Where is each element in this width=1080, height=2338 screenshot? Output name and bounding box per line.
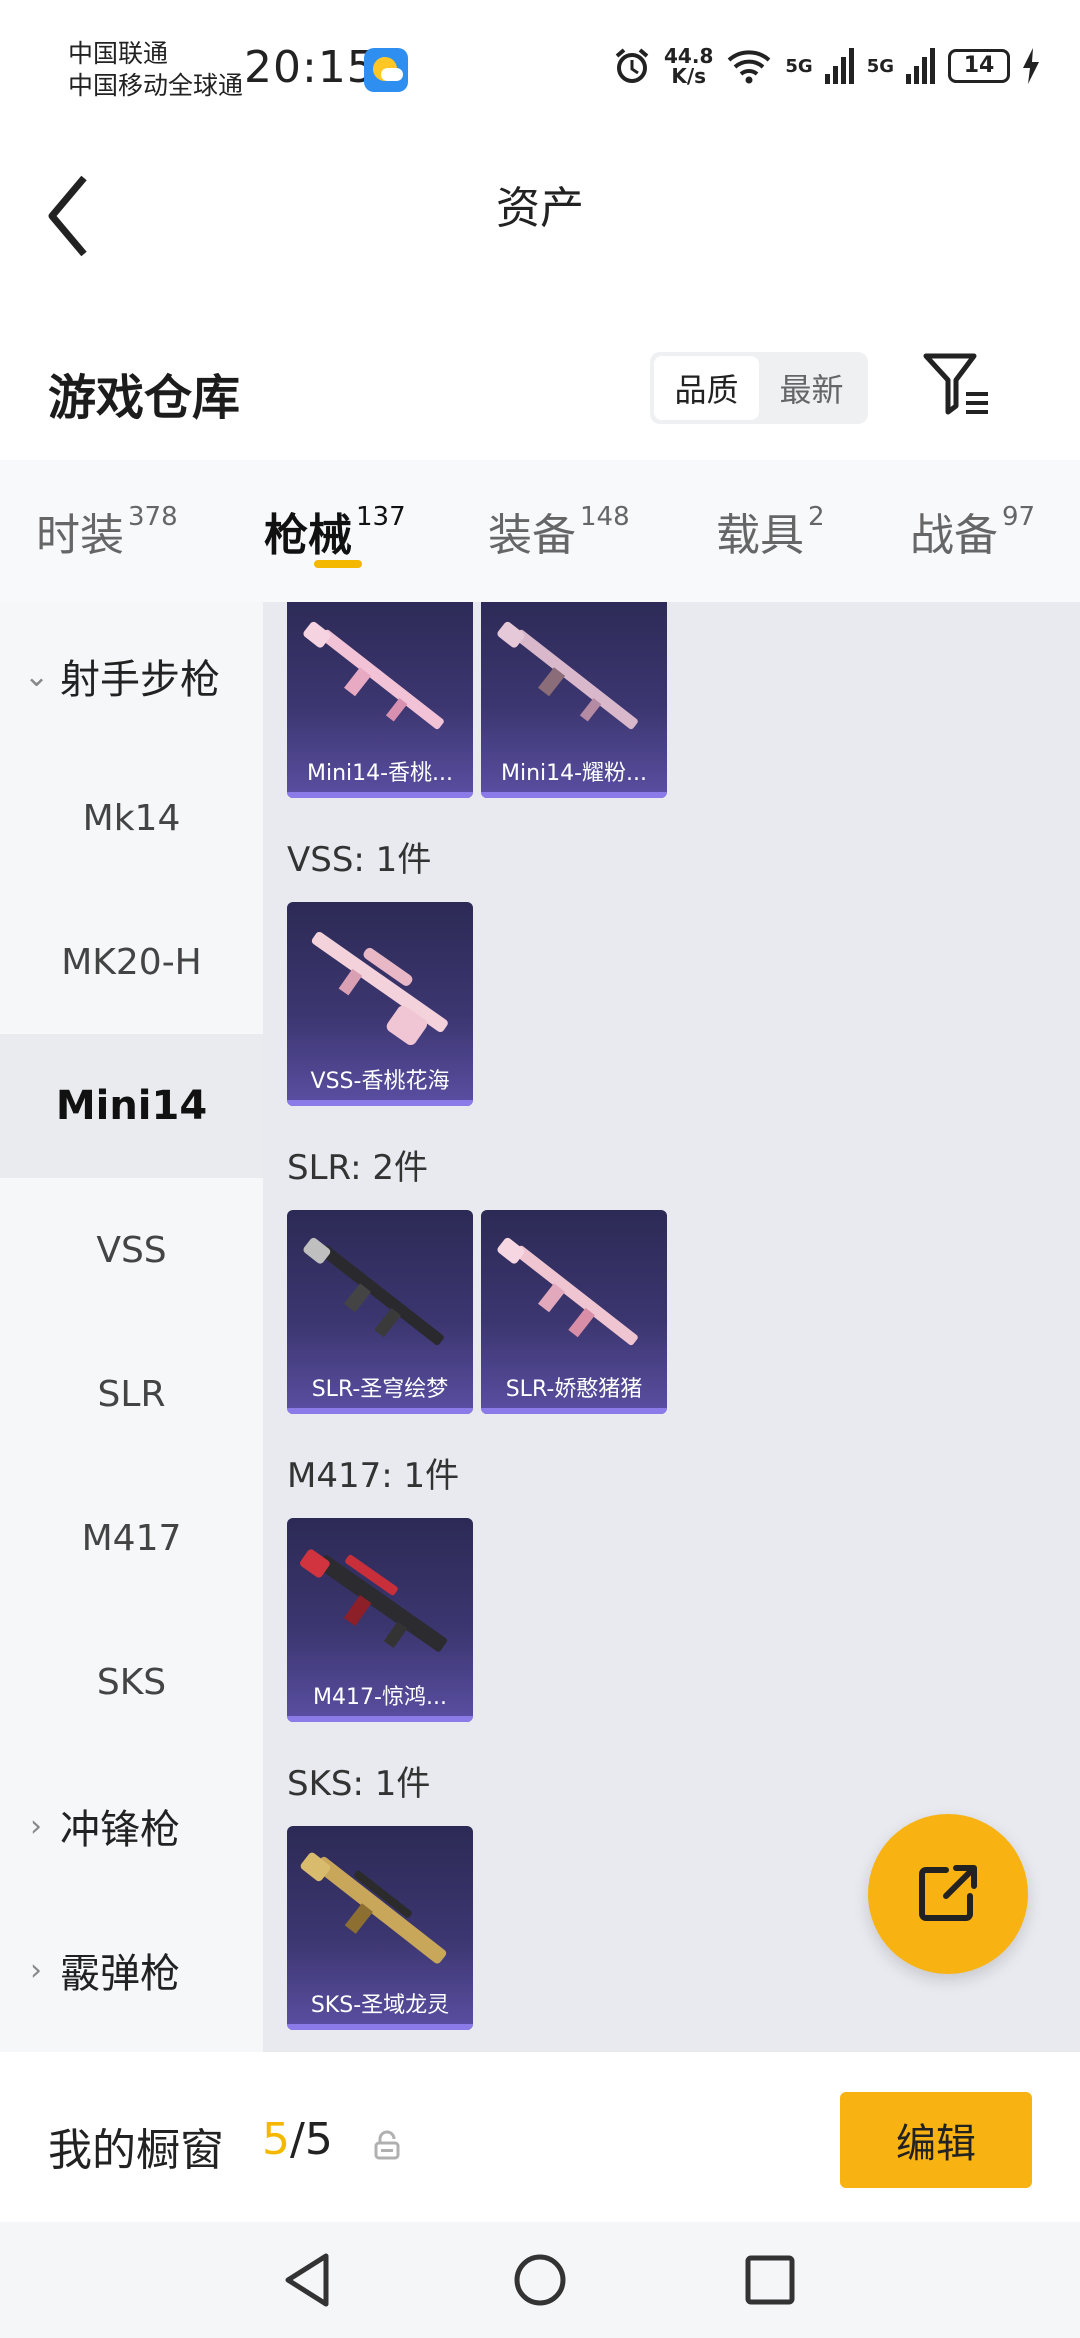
rifle-image [497, 621, 638, 730]
carrier-1: 中国联通 [68, 39, 169, 68]
tab-active-indicator [314, 560, 362, 568]
weather-icon [364, 48, 408, 92]
warehouse-title: 游戏仓库 [48, 370, 241, 426]
signal-1-icon [824, 48, 854, 84]
rifle-image [303, 1237, 444, 1346]
tab-supplies[interactable]: 战备 97 [910, 460, 1035, 602]
carrier-2: 中国移动全球通 [68, 71, 244, 100]
chevron-down-icon: ⌄ [24, 658, 50, 694]
weapon-card[interactable]: SKS-圣域龙灵 [287, 1826, 473, 2030]
header: 资产 [0, 130, 1080, 300]
rifle-image [300, 1549, 448, 1652]
sidebar-item-slr[interactable]: SLR [0, 1322, 263, 1466]
sidebar-item-mk14[interactable]: Mk14 [0, 746, 263, 890]
section-label-m417: M417: 1件 [287, 1456, 460, 1496]
status-icons: 44.8 K/s 5G 5G 14 [612, 46, 1040, 86]
weapon-card-name: SLR-娇憨猪猪 [505, 1377, 643, 1402]
rifle-image [311, 931, 448, 1046]
sort-quality[interactable]: 品质 [654, 356, 759, 420]
wifi-icon [728, 50, 771, 84]
weapon-card[interactable]: M417-惊鸿... [287, 1518, 473, 1722]
share-button[interactable] [868, 1814, 1028, 1974]
sidebar-item-m417[interactable]: M417 [0, 1466, 263, 1610]
status-bar: 中国联通 中国移动全球通 20:15 44.8 K/s 5G 5G 14 [0, 0, 1080, 130]
charging-icon [1023, 48, 1039, 84]
tab-firearms[interactable]: 枪械 137 [264, 460, 406, 602]
weapon-card[interactable]: Mini14-香桃... [287, 602, 473, 798]
rifle-image [300, 1852, 447, 1964]
signal-2-icon [906, 48, 935, 84]
weapon-card-name: M417-惊鸿... [313, 1685, 447, 1710]
filter-icon[interactable] [922, 352, 992, 418]
sidebar-group-shotgun[interactable]: › 霰弹枪 [0, 1898, 263, 2042]
nav-home-icon[interactable] [508, 2248, 572, 2312]
tab-vehicles[interactable]: 载具 2 [716, 460, 825, 602]
tab-equipment[interactable]: 装备 148 [488, 460, 630, 602]
weapon-card-name: Mini14-香桃... [306, 761, 454, 786]
rifle-image [303, 621, 444, 730]
signal-2-label: 5G [866, 55, 894, 77]
sort-newest[interactable]: 最新 [759, 356, 864, 420]
weapon-category-sidebar: ⌄ 射手步枪 Mk14 MK20-H Mini14 VSS SLR M417 SK… [0, 602, 263, 2052]
page-title: 资产 [496, 183, 584, 234]
weapon-card-name: SKS-圣域龙灵 [310, 1993, 450, 2018]
showcase-count: 5/5 [262, 2114, 333, 2165]
weapon-card-name: Mini14-耀粉... [500, 761, 648, 786]
lock-icon [374, 2130, 400, 2160]
nav-recents-icon[interactable] [738, 2248, 802, 2312]
tab-fashion[interactable]: 时装 378 [36, 460, 178, 602]
weapon-card[interactable]: VSS-香桃花海 [287, 902, 473, 1106]
rifle-image [497, 1237, 638, 1346]
sidebar-item-vss[interactable]: VSS [0, 1178, 263, 1322]
edit-button[interactable]: 编辑 [840, 2092, 1032, 2188]
sidebar-group-marksman-rifle[interactable]: ⌄ 射手步枪 [0, 604, 263, 748]
section-label-vss: VSS: 1件 [287, 840, 432, 880]
weapon-card-name: VSS-香桃花海 [310, 1069, 450, 1094]
carrier-info: 中国联通 中国移动全球通 [68, 38, 243, 102]
sidebar-item-mini14[interactable]: Mini14 [0, 1034, 263, 1178]
nav-back-icon[interactable] [276, 2248, 340, 2312]
section-label-sks: SKS: 1件 [287, 1764, 431, 1804]
net-speed: 44.8 K/s [664, 44, 714, 88]
weapon-card[interactable]: Mini14-耀粉... [481, 602, 667, 798]
warehouse-bar: 游戏仓库 品质 最新 [0, 300, 1080, 460]
sort-toggle: 品质 最新 [650, 352, 868, 424]
signal-1-label: 5G [785, 55, 813, 77]
sidebar-item-sks[interactable]: SKS [0, 1610, 263, 1754]
sidebar-group-smg[interactable]: › 冲锋枪 [0, 1754, 263, 1898]
weapon-card[interactable]: SLR-娇憨猪猪 [481, 1210, 667, 1414]
chevron-right-icon: › [30, 1808, 42, 1844]
share-icon [919, 1865, 977, 1921]
battery-icon: 14 [948, 49, 1010, 83]
section-label-slr: SLR: 2件 [287, 1148, 428, 1188]
category-tabs: 时装 378 枪械 137 装备 148 载具 2 战备 97 [0, 460, 1080, 602]
chevron-right-icon: › [30, 1952, 42, 1988]
showcase-label: 我的橱窗 [48, 2125, 224, 2176]
system-nav-bar [0, 2222, 1080, 2338]
weapon-card[interactable]: SLR-圣穹绘梦 [287, 1210, 473, 1414]
weapon-card-name: SLR-圣穹绘梦 [311, 1377, 449, 1402]
sidebar-item-mk20h[interactable]: MK20-H [0, 890, 263, 1034]
alarm-icon [615, 48, 649, 83]
clock: 20:15 [244, 42, 376, 93]
showcase-bar: 我的橱窗 5/5 编辑 [0, 2052, 1080, 2222]
